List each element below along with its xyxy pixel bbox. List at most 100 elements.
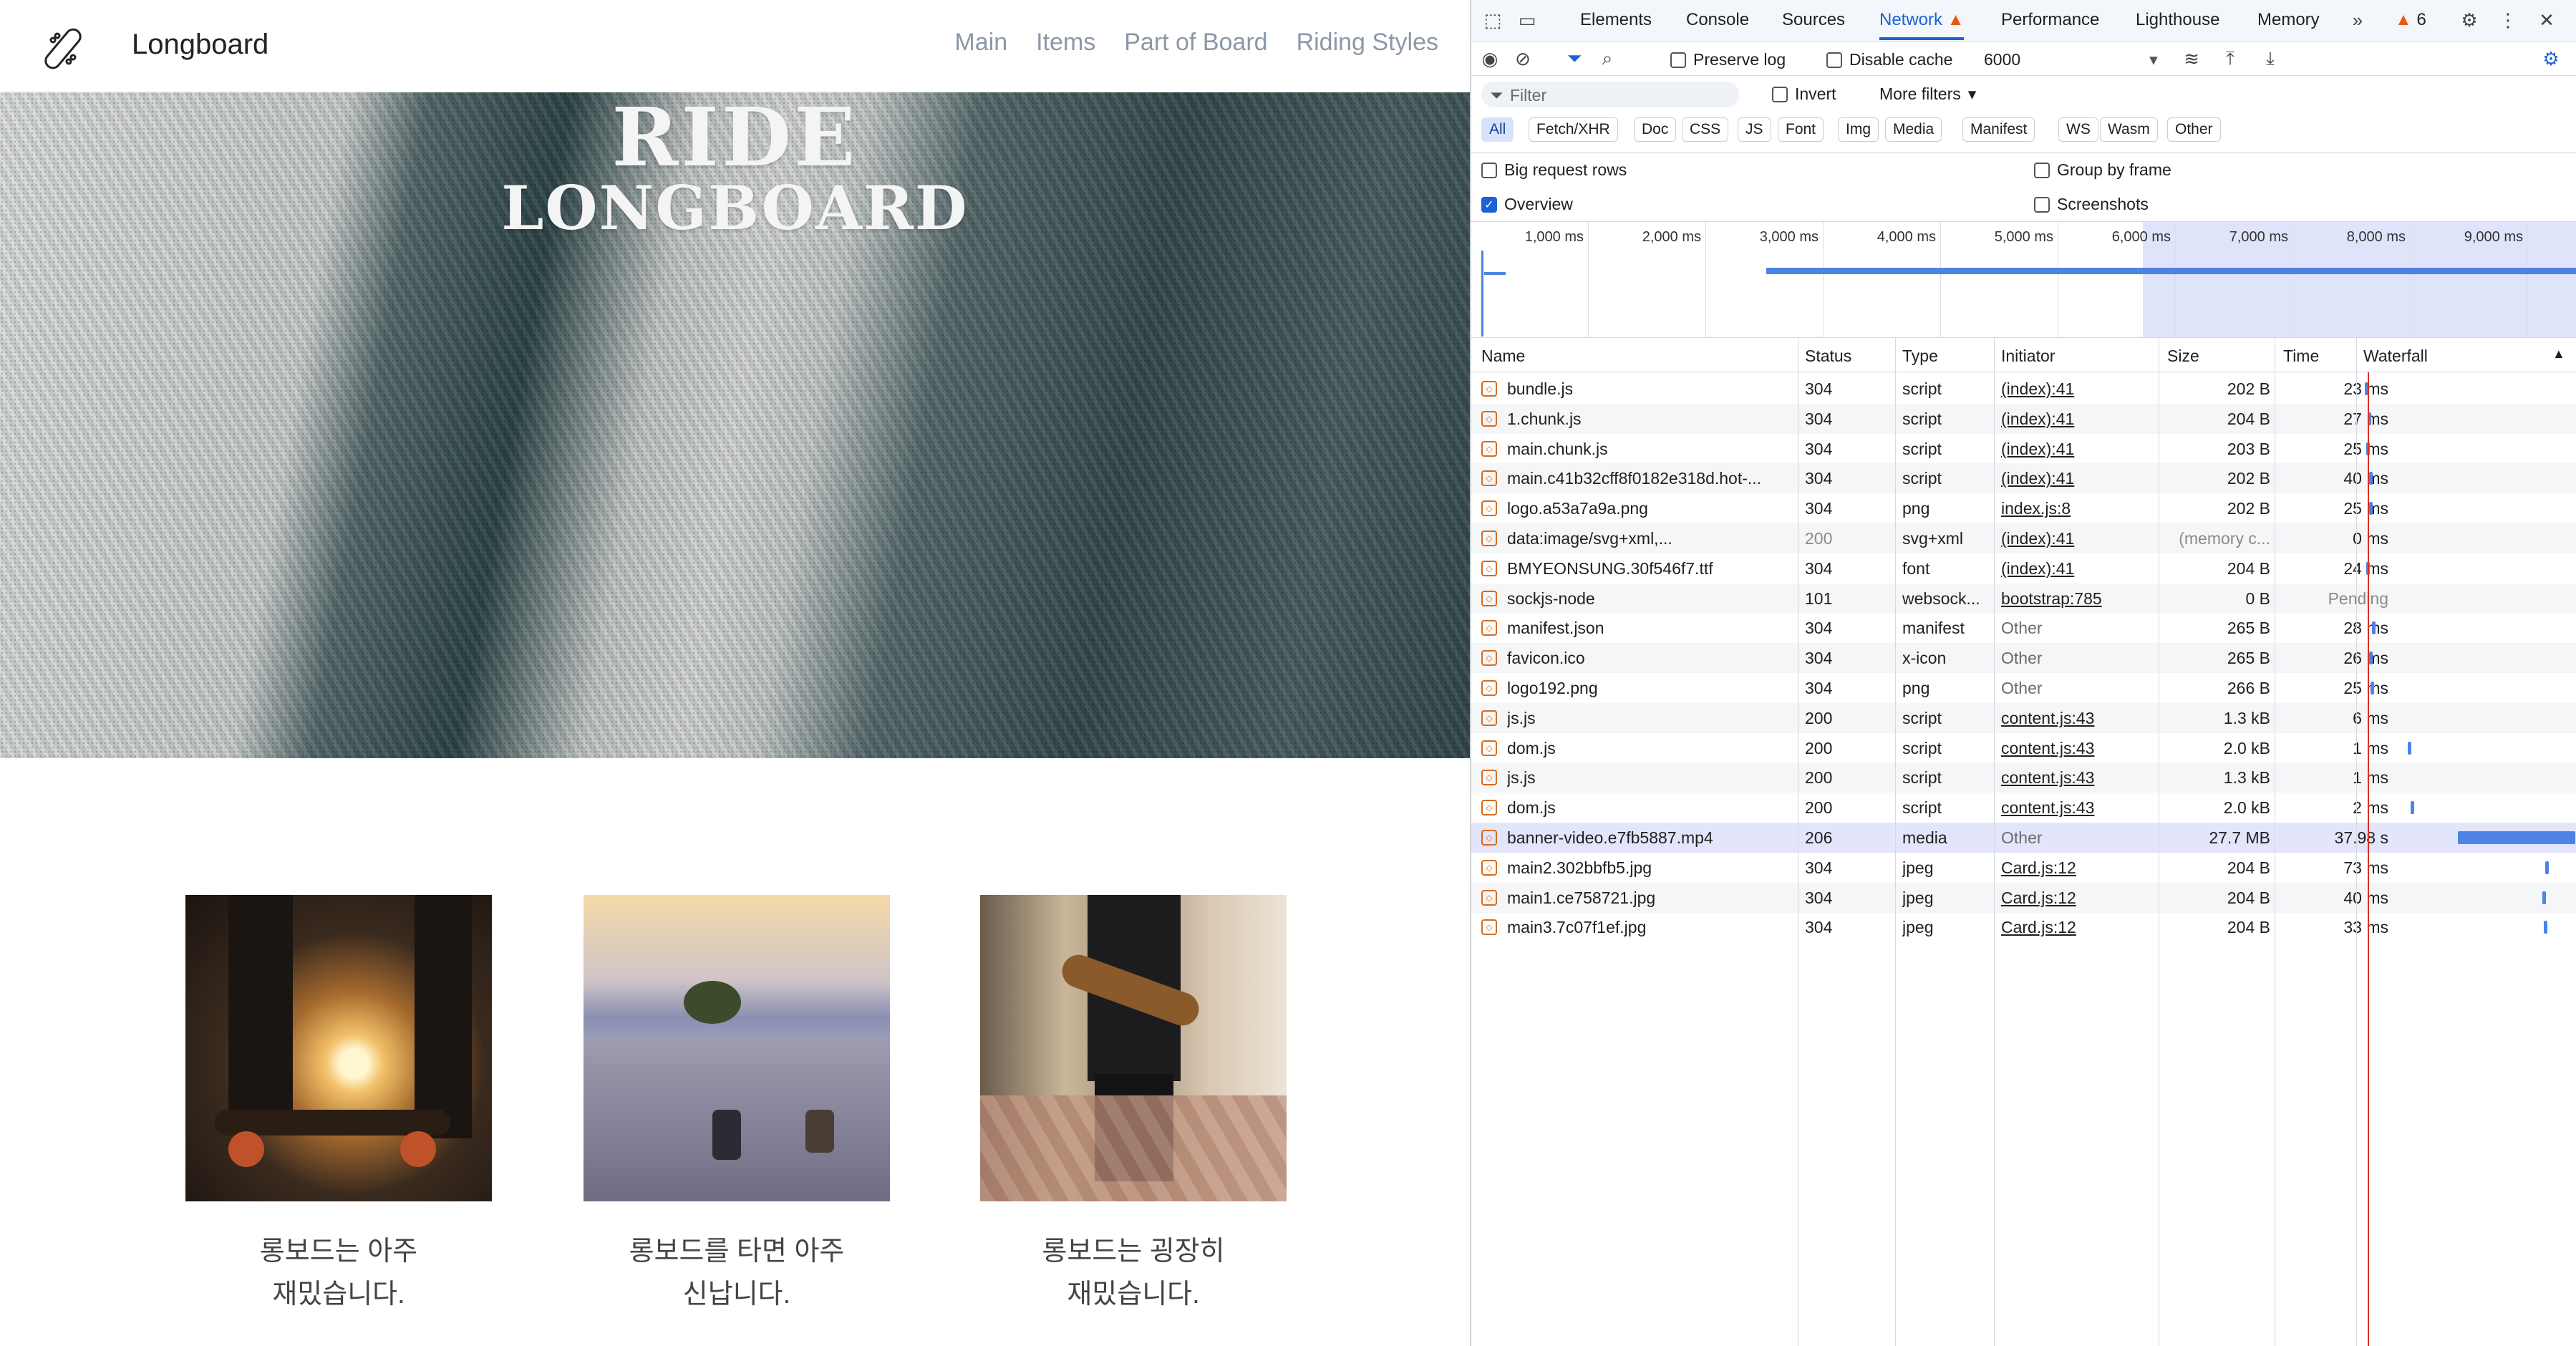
- network-settings-gear-icon[interactable]: ⚙: [2539, 47, 2562, 70]
- type-filter-doc[interactable]: Doc: [1634, 117, 1677, 142]
- request-initiator[interactable]: Card.js:12: [2001, 858, 2159, 878]
- column-size[interactable]: Size: [2167, 347, 2199, 366]
- request-initiator[interactable]: (index):41: [2001, 529, 2159, 548]
- table-row[interactable]: ◇ dom.js 200 script content.js:43 2.0 kB 2 ms: [1471, 793, 2576, 823]
- table-row[interactable]: ◇ banner-video.e7fb5887.mp4 206 media Other 2…: [1471, 823, 2576, 853]
- more-tabs-icon[interactable]: »: [2346, 9, 2369, 32]
- record-icon[interactable]: ◉: [1478, 47, 1501, 70]
- type-filter-wasm[interactable]: Wasm: [2100, 117, 2158, 142]
- nav-link-riding-styles[interactable]: Riding Styles: [1297, 29, 1438, 57]
- checkbox-box[interactable]: [1670, 52, 1686, 68]
- import-har-icon[interactable]: ⤒: [2219, 47, 2242, 70]
- tab-network[interactable]: Network ▲: [1879, 10, 1965, 40]
- device-toolbar-icon[interactable]: ▭: [1516, 9, 1539, 32]
- column-status[interactable]: Status: [1805, 347, 1851, 366]
- request-initiator[interactable]: (index):41: [2001, 440, 2159, 459]
- table-row[interactable]: ◇ logo.a53a7a9a.png 304 png index.js:8 202 B2…: [1471, 493, 2576, 523]
- tab-memory[interactable]: Memory: [2257, 10, 2320, 30]
- request-size: 265 B: [2227, 619, 2270, 638]
- request-initiator[interactable]: content.js:43: [2001, 768, 2159, 788]
- overview-checkbox[interactable]: ✓ Overview: [1481, 195, 1573, 214]
- type-filter-font[interactable]: Font: [1778, 117, 1824, 142]
- preserve-log-checkbox[interactable]: Preserve log: [1670, 50, 1786, 69]
- request-initiator[interactable]: content.js:43: [2001, 798, 2159, 818]
- filter-icon[interactable]: ⏷: [1563, 47, 1586, 70]
- tab-lighthouse[interactable]: Lighthouse: [2136, 10, 2219, 30]
- column-name[interactable]: Name: [1481, 347, 1525, 366]
- table-row[interactable]: ◇ sockjs-node 101 websock... bootstrap:785 0 …: [1471, 583, 2576, 614]
- more-options-icon[interactable]: ⋮: [2497, 9, 2519, 32]
- column-time[interactable]: Time: [2283, 347, 2319, 366]
- tab-performance[interactable]: Performance: [2001, 10, 2099, 30]
- type-filter-img[interactable]: Img: [1838, 117, 1879, 142]
- nav-link-part-of-board[interactable]: Part of Board: [1124, 29, 1267, 57]
- skateboard-logo-icon[interactable]: [36, 21, 90, 76]
- close-devtools-icon[interactable]: ✕: [2535, 9, 2558, 32]
- invert-checkbox[interactable]: Invert: [1772, 84, 1836, 104]
- checkbox-box[interactable]: [1826, 52, 1842, 68]
- checkbox-box[interactable]: [2034, 196, 2050, 213]
- request-initiator[interactable]: content.js:43: [2001, 739, 2159, 758]
- more-filters-dropdown[interactable]: More filters ▾: [1879, 84, 1976, 104]
- site-brand[interactable]: Longboard: [132, 29, 268, 61]
- table-row[interactable]: ◇ main2.302bbfb5.jpg 304 jpeg Card.js:12 204 …: [1471, 853, 2576, 883]
- table-row[interactable]: ◇ 1.chunk.js 304 script (index):41 204 B 27 ms: [1471, 403, 2576, 434]
- request-initiator[interactable]: (index):41: [2001, 410, 2159, 429]
- clear-icon[interactable]: ⊘: [1511, 47, 1534, 70]
- request-initiator[interactable]: index.js:8: [2001, 499, 2159, 518]
- request-initiator[interactable]: content.js:43: [2001, 709, 2159, 728]
- table-row[interactable]: ◇ favicon.ico 304 x-icon Other 265 B 26 ms: [1471, 643, 2576, 674]
- group-by-frame-checkbox[interactable]: Group by frame: [2034, 160, 2171, 180]
- request-initiator[interactable]: (index):41: [2001, 559, 2159, 578]
- table-row[interactable]: ◇ js.js 200 script content.js:43 1.3 kB 6 ms: [1471, 702, 2576, 733]
- request-initiator[interactable]: Card.js:12: [2001, 889, 2159, 908]
- search-icon[interactable]: ⌕: [1596, 47, 1619, 70]
- table-row[interactable]: ◇ BMYEONSUNG.30f546f7.ttf 304 font (index):4…: [1471, 553, 2576, 584]
- table-row[interactable]: ◇ main.chunk.js 304 script (index):41 203 B 25…: [1471, 434, 2576, 464]
- type-filter-js[interactable]: JS: [1738, 117, 1771, 142]
- network-conditions-icon[interactable]: ≋: [2180, 47, 2203, 70]
- type-filter-fetch-xhr[interactable]: Fetch/XHR: [1529, 117, 1618, 142]
- checkbox-box[interactable]: [1481, 162, 1497, 178]
- type-filter-manifest[interactable]: Manifest: [1962, 117, 2035, 142]
- throttle-select[interactable]: 6000 ▾: [1984, 50, 2158, 69]
- table-row[interactable]: ◇ dom.js 200 script content.js:43 2.0 kB 1 ms: [1471, 733, 2576, 763]
- column-waterfall[interactable]: Waterfall: [2363, 347, 2428, 366]
- checkbox-box[interactable]: [1772, 86, 1788, 102]
- request-initiator[interactable]: (index):41: [2001, 469, 2159, 488]
- table-row[interactable]: ◇ bundle.js 304 script (index):41 202 B 23 ms: [1471, 374, 2576, 404]
- export-har-icon[interactable]: ⤓: [2259, 47, 2282, 70]
- checkbox-box-checked[interactable]: ✓: [1481, 196, 1497, 213]
- type-filter-other[interactable]: Other: [2167, 117, 2221, 142]
- table-row[interactable]: ◇ manifest.json 304 manifest Other 265 B 28 ms: [1471, 613, 2576, 643]
- big-request-rows-checkbox[interactable]: Big request rows: [1481, 160, 1627, 180]
- table-row[interactable]: ◇ data:image/svg+xml,... 200 svg+xml (index)…: [1471, 523, 2576, 553]
- type-filter-all[interactable]: All: [1481, 117, 1514, 142]
- inspect-element-icon[interactable]: ⬚: [1481, 9, 1504, 32]
- screenshots-checkbox[interactable]: Screenshots: [2034, 195, 2149, 214]
- table-row[interactable]: ◇ js.js 200 script content.js:43 1.3 kB 1 ms: [1471, 762, 2576, 793]
- tab-console[interactable]: Console: [1686, 10, 1749, 30]
- table-row[interactable]: ◇ main.c41b32cff8f0182e318d.hot-... 304 scr…: [1471, 463, 2576, 494]
- column-type[interactable]: Type: [1902, 347, 1938, 366]
- table-row[interactable]: ◇ main3.7c07f1ef.jpg 304 jpeg Card.js:12 204 …: [1471, 912, 2576, 942]
- nav-link-items[interactable]: Items: [1036, 29, 1095, 57]
- type-filter-css[interactable]: CSS: [1682, 117, 1729, 142]
- column-initiator[interactable]: Initiator: [2001, 347, 2055, 366]
- settings-gear-icon[interactable]: ⚙: [2458, 9, 2481, 32]
- issues-counter[interactable]: ▲ 6: [2395, 10, 2426, 30]
- table-row[interactable]: ◇ main1.ce758721.jpg 304 jpeg Card.js:12 204 …: [1471, 882, 2576, 913]
- network-overview-timeline[interactable]: 1,000 ms 2,000 ms 3,000 ms 4,000 ms 5,000 ms…: [1471, 222, 2576, 338]
- disable-cache-checkbox[interactable]: Disable cache: [1826, 50, 1952, 69]
- filter-input[interactable]: ⏷ Filter: [1481, 82, 1739, 107]
- type-filter-ws[interactable]: WS: [2058, 117, 2098, 142]
- checkbox-box[interactable]: [2034, 162, 2050, 178]
- type-filter-media[interactable]: Media: [1885, 117, 1942, 142]
- request-initiator[interactable]: bootstrap:785: [2001, 589, 2159, 609]
- table-row[interactable]: ◇ logo192.png 304 png Other 266 B 25 ms: [1471, 673, 2576, 703]
- tab-elements[interactable]: Elements: [1580, 10, 1652, 30]
- request-initiator[interactable]: (index):41: [2001, 379, 2159, 399]
- request-initiator[interactable]: Card.js:12: [2001, 918, 2159, 937]
- tab-sources[interactable]: Sources: [1782, 10, 1845, 30]
- nav-link-main[interactable]: Main: [954, 29, 1007, 57]
